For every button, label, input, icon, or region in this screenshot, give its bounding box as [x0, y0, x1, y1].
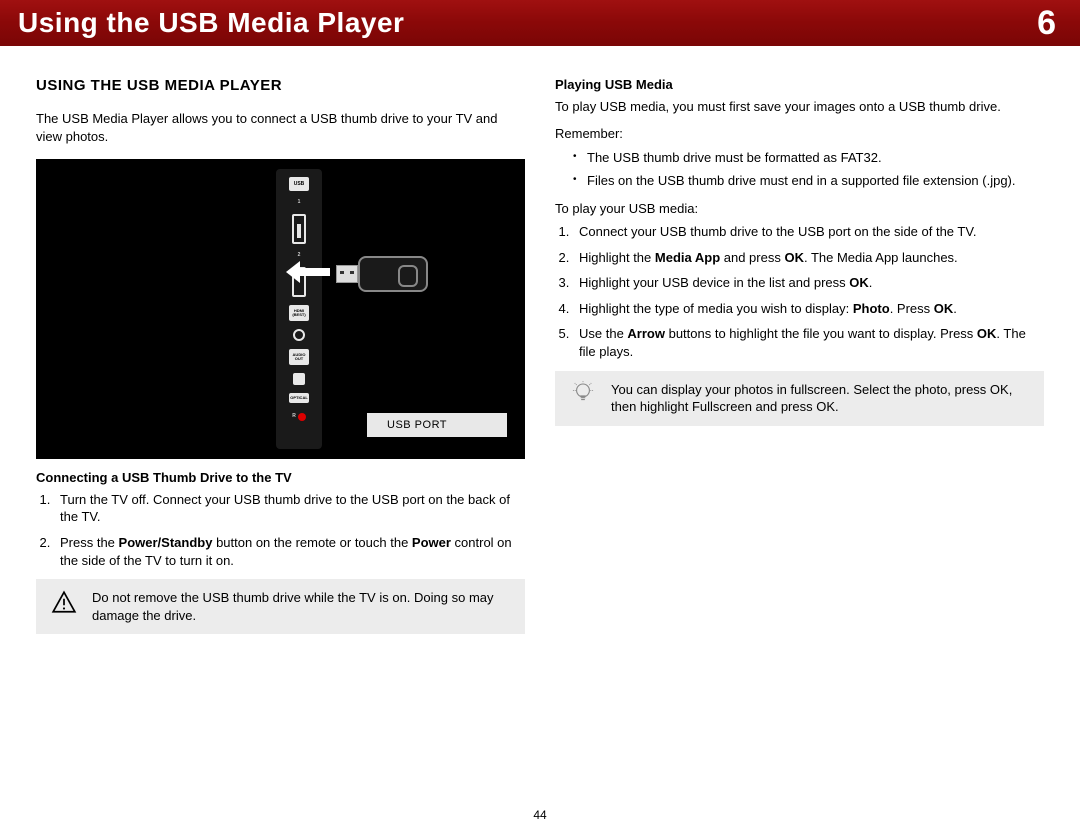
- play-subhead: Playing USB Media: [555, 76, 1044, 94]
- tip-text: You can display your photos in fullscree…: [611, 381, 1030, 416]
- warning-triangle-icon: [50, 589, 78, 615]
- right-column: Playing USB Media To play USB media, you…: [555, 76, 1044, 634]
- usb-label: USB: [289, 177, 309, 191]
- insert-arrow-icon: [286, 261, 330, 283]
- list-item: Use the Arrow buttons to highlight the f…: [573, 325, 1044, 360]
- usb-drive-graphic: [336, 254, 456, 294]
- list-item: Turn the TV off. Connect your USB thumb …: [54, 491, 525, 526]
- optical-icon: [293, 373, 305, 385]
- r-row: R: [292, 411, 306, 423]
- lightbulb-icon: [569, 381, 597, 409]
- audio-label: AUDIO OUT: [289, 349, 309, 365]
- optical-label: OPTICAL: [289, 393, 309, 403]
- chapter-title: Using the USB Media Player: [18, 7, 404, 39]
- list-item: Connect your USB thumb drive to the USB …: [573, 223, 1044, 241]
- list-item: Press the Power/Standby button on the re…: [54, 534, 525, 569]
- hdmi-label: HDMI (BEST): [289, 305, 309, 321]
- chapter-header: Using the USB Media Player 6: [0, 0, 1080, 48]
- usb-port-caption: USB PORT: [367, 413, 507, 437]
- list-item: Highlight the type of media you wish to …: [573, 300, 1044, 318]
- page-body: USING THE USB MEDIA PLAYER The USB Media…: [0, 48, 1080, 634]
- list-item: The USB thumb drive must be formatted as…: [573, 149, 1044, 167]
- list-item: Highlight your USB device in the list an…: [573, 274, 1044, 292]
- section-heading: USING THE USB MEDIA PLAYER: [36, 76, 525, 96]
- list-item: Files on the USB thumb drive must end in…: [573, 172, 1044, 190]
- port-2-label: 2: [298, 252, 301, 259]
- intro-text: The USB Media Player allows you to conne…: [36, 110, 525, 145]
- warning-text: Do not remove the USB thumb drive while …: [92, 589, 511, 624]
- list-item: Highlight the Media App and press OK. Th…: [573, 249, 1044, 267]
- usb-port-icon: [292, 214, 306, 244]
- usb-connector-icon: [336, 265, 358, 283]
- play-steps: Connect your USB thumb drive to the USB …: [555, 223, 1044, 360]
- page-number: 44: [533, 808, 546, 822]
- left-column: USING THE USB MEDIA PLAYER The USB Media…: [36, 76, 525, 634]
- port-1-label: 1: [298, 199, 301, 206]
- tip-callout: You can display your photos in fullscree…: [555, 371, 1044, 426]
- connect-steps: Turn the TV off. Connect your USB thumb …: [36, 491, 525, 569]
- play-intro: To play USB media, you must first save y…: [555, 98, 1044, 116]
- r-dot-icon: [298, 413, 306, 421]
- usb-body-icon: [358, 256, 428, 292]
- chapter-number: 6: [1037, 4, 1056, 43]
- warning-callout: Do not remove the USB thumb drive while …: [36, 579, 525, 634]
- tv-port-panel: USB 1 2 HDMI (BEST) AUDIO OUT OPTICAL R: [276, 169, 322, 449]
- remember-list: The USB thumb drive must be formatted as…: [555, 149, 1044, 190]
- audio-out-icon: [293, 329, 305, 341]
- toplay-label: To play your USB media:: [555, 200, 1044, 218]
- connect-subhead: Connecting a USB Thumb Drive to the TV: [36, 469, 525, 487]
- usb-illustration: USB 1 2 HDMI (BEST) AUDIO OUT OPTICAL R: [36, 159, 525, 459]
- remember-label: Remember:: [555, 125, 1044, 143]
